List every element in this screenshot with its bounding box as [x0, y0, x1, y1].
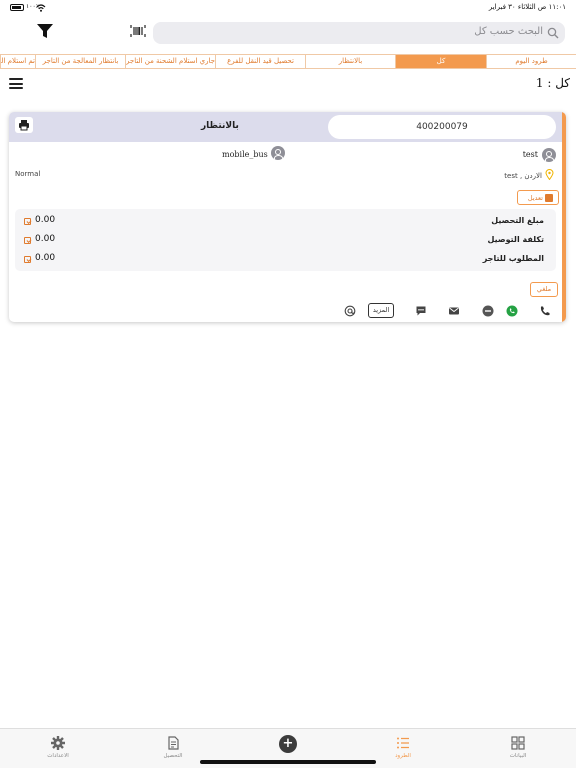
parcel-card[interactable]: 400200079 بالانتظار test mobile_bus Norm… [9, 112, 566, 322]
nav-statistics[interactable]: البيانات [483, 733, 553, 763]
financial-row: تكلفة التوصيل 0.00 [15, 232, 556, 248]
tab-awaiting-merchant-processing[interactable]: بانتظار المعالجة من التاجر [35, 55, 125, 68]
driver-name: mobile_bus [222, 150, 268, 159]
status-tabs: طرود اليوم كل بالانتظار تحصيل قيد النقل … [0, 54, 576, 69]
financial-row: المطلوب للتاجر 0.00 [15, 251, 556, 267]
nav-parcels[interactable]: الطرود [368, 733, 438, 763]
document-icon [168, 736, 179, 750]
tab-today-parcels[interactable]: طرود اليوم [486, 55, 576, 68]
search-icon [547, 27, 559, 39]
gear-icon [51, 736, 65, 750]
home-indicator [200, 760, 376, 764]
nav-collection-label: التحصيل [163, 753, 183, 759]
check-icon [24, 237, 31, 244]
edit-button[interactable]: تعديل [517, 190, 559, 205]
tab-parcel-received[interactable]: تم استلام الطرد [0, 55, 35, 68]
tab-all[interactable]: كل [395, 55, 486, 68]
customer-avatar [542, 148, 556, 162]
nav-settings[interactable]: الاعدادات [23, 733, 93, 763]
edit-icon [545, 194, 553, 202]
merchant-due-label: المطلوب للتاجر [482, 254, 544, 263]
results-count: كل : 1 [535, 76, 570, 90]
dashboard-icon [511, 736, 525, 750]
list-icon [397, 737, 409, 749]
nav-collection[interactable]: التحصيل [138, 733, 208, 763]
tab-pending[interactable]: بالانتظار [305, 55, 395, 68]
check-icon [24, 256, 31, 263]
status-bar: ١٠٠٪ ١١:٠١ ص الثلاثاء ٣٠ فبراير [0, 0, 576, 16]
address: الاردن , test [504, 172, 542, 180]
add-parcel-button[interactable]: + [279, 735, 297, 753]
phone-icon[interactable] [539, 305, 551, 317]
share-icon[interactable] [344, 305, 356, 317]
tab-collection-in-transit[interactable]: تحصيل قيد النقل للفرع [215, 55, 305, 68]
financial-row: مبلغ التحصيل 0.00 [15, 213, 556, 229]
sms-icon[interactable] [415, 305, 427, 317]
nav-statistics-label: البيانات [509, 753, 527, 759]
tab-pickup-from-merchant[interactable]: جاري استلام الشحنة من التاجر [125, 55, 215, 68]
priority-label: Normal [15, 170, 41, 178]
chat-bubble-icon[interactable] [482, 305, 494, 317]
check-icon [24, 218, 31, 225]
status-time: ١١:٠١ ص الثلاثاء ٣٠ فبراير [488, 3, 566, 11]
nav-parcels-label: الطرود [395, 753, 411, 759]
barcode-scan-icon[interactable] [130, 24, 146, 38]
contact-actions: المزيد [9, 302, 562, 320]
nav-settings-label: الاعدادات [47, 753, 69, 759]
mail-icon[interactable] [448, 305, 460, 317]
merchant-due-value: 0.00 [35, 253, 56, 263]
filter-icon[interactable] [36, 22, 54, 40]
financial-summary: مبلغ التحصيل 0.00 تكلفة التوصيل 0.00 الم… [15, 209, 556, 271]
driver-avatar [271, 146, 285, 160]
search-input[interactable] [183, 26, 543, 37]
wifi-icon [36, 4, 46, 12]
collection-amount-value: 0.00 [35, 215, 56, 225]
whatsapp-icon[interactable] [506, 305, 518, 317]
print-button[interactable] [15, 117, 33, 133]
collection-amount-label: مبلغ التحصيل [491, 216, 544, 225]
cancelled-button[interactable]: ملغي [530, 282, 558, 297]
status-stripe [562, 112, 566, 322]
delivery-cost-label: تكلفة التوصيل [487, 235, 544, 244]
card-header: 400200079 بالانتظار [9, 112, 562, 142]
customer-name: test [522, 150, 538, 159]
search-bar[interactable] [153, 22, 565, 44]
tracking-number[interactable]: 400200079 [328, 115, 556, 139]
print-icon [19, 120, 29, 131]
delivery-cost-value: 0.00 [35, 234, 56, 244]
battery-icon [10, 4, 24, 11]
more-button[interactable]: المزيد [368, 303, 394, 318]
menu-icon[interactable] [9, 78, 23, 90]
parcel-status: بالانتظار [201, 121, 239, 131]
edit-label: تعديل [527, 194, 543, 202]
location-pin-icon [545, 169, 554, 180]
